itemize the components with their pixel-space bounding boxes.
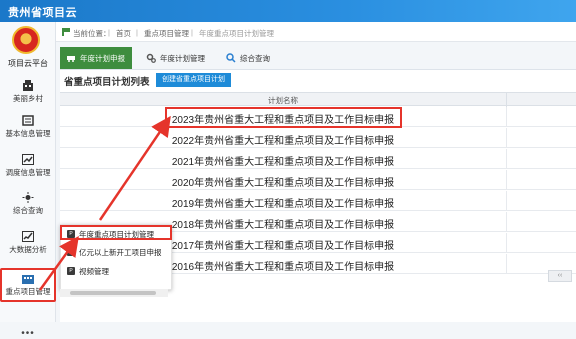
tab-comprehensive-query[interactable]: 综合查询 [220,47,280,69]
tab-annual-plan-declare[interactable]: 年度计划申报 [60,47,132,69]
table-row[interactable]: 2019年贵州省重大工程和重点项目及工作目标申报 [60,191,576,211]
highlight-box-2023-row [165,107,402,128]
row-extra-cell [506,128,576,148]
create-plan-button[interactable]: 创建省重点项目计划 [156,73,231,87]
sidebar-item-label: 基本信息管理 [5,129,51,138]
sidebar: 项目云平台 美丽乡村 基本信息管理 调度信息管理 综合查询 大数据分析 重点项目… [0,22,56,339]
table-row[interactable]: 2020年贵州省重大工程和重点项目及工作目标申报 [60,170,576,190]
emblem-logo[interactable] [12,26,40,54]
plan-name-cell[interactable]: 2020年贵州省重大工程和重点项目及工作目标申报 [60,174,506,189]
sidebar-item-label: 美丽乡村 [13,94,43,103]
plan-name-cell[interactable]: 2019年贵州省重大工程和重点项目及工作目标申报 [60,195,506,210]
city-icon [22,275,34,284]
sidebar-item-label: 重点项目管理 [5,287,51,296]
panel-title: 省重点项目计划列表 [64,77,150,88]
plan-name-cell[interactable]: 2021年贵州省重大工程和重点项目及工作目标申报 [60,153,506,168]
breadcrumb: 当前位置： | 首页 | 重点项目管理 | 年度重点项目计划管理 [56,22,576,42]
more-menu[interactable]: ••• [0,328,56,339]
highlight-box-submenu-item [60,225,172,240]
submenu-item-video[interactable]: P 视频管理 [63,263,171,279]
scrollbar-thumb[interactable] [70,291,156,295]
breadcrumb-separator: | [136,28,138,37]
car-icon [67,56,75,62]
sidebar-item-label: 综合查询 [13,206,43,215]
sidebar-item-comprehensive-query[interactable]: 综合查询 [0,189,56,223]
trend-icon [22,154,34,165]
breadcrumb-key-project[interactable]: 重点项目管理 [144,28,189,39]
tab-annual-plan-manage[interactable]: 年度计划管理 [140,47,212,69]
table-row[interactable]: 2021年贵州省重大工程和重点项目及工作目标申报 [60,149,576,169]
sidebar-item-label: 大数据分析 [9,245,47,254]
sidebar-item-key-project[interactable]: 重点项目管理 [0,268,56,302]
column-header-extra [506,93,576,107]
breadcrumb-separator: | [108,28,110,37]
submenu-item-new-project[interactable]: P 亿元以上新开工项目申报 [63,244,171,260]
submenu-scrollbar[interactable] [60,289,168,297]
row-extra-cell [506,107,576,127]
location-flag-icon [62,28,70,36]
top-bar: 贵州省项目云 [0,0,576,22]
chart-icon [22,231,34,242]
breadcrumb-home[interactable]: 首页 [116,28,131,39]
submenu-item-label: 视频管理 [79,266,109,276]
sidebar-logo-label: 项目云平台 [8,59,48,68]
column-header-plan-name[interactable]: 计划名称 [60,95,506,106]
building-icon [23,80,33,91]
list-icon [22,115,34,126]
pager-first-button[interactable]: ‹‹ [548,270,572,282]
sidebar-item-big-data[interactable]: 大数据分析 [0,228,56,262]
sun-icon [22,192,34,203]
table-header: 计划名称 [60,92,576,107]
breadcrumb-separator: | [191,28,193,37]
tab-label: 综合查询 [240,53,270,63]
row-extra-cell [506,191,576,211]
row-extra-cell [506,212,576,232]
page-icon: P [67,248,75,256]
sidebar-item-beautiful-village[interactable]: 美丽乡村 [0,77,56,111]
gears-icon [146,53,156,63]
row-extra-cell [506,149,576,169]
row-extra-cell [506,233,576,253]
app-title: 贵州省项目云 [8,7,77,19]
sidebar-item-dispatch-info[interactable]: 调度信息管理 [0,151,56,185]
breadcrumb-prefix: 当前位置： [73,29,111,38]
page-icon: P [67,267,75,275]
breadcrumb-current: 年度重点项目计划管理 [199,29,274,38]
sidebar-item-label: 调度信息管理 [5,168,51,177]
submenu-item-label: 亿元以上新开工项目申报 [79,247,162,257]
search-icon [226,53,236,63]
sidebar-item-basic-info[interactable]: 基本信息管理 [0,112,56,146]
tab-label: 年度计划申报 [80,53,125,63]
table-row[interactable]: 2022年贵州省重大工程和重点项目及工作目标申报 [60,128,576,148]
tab-label: 年度计划管理 [160,53,205,63]
plan-name-cell[interactable]: 2022年贵州省重大工程和重点项目及工作目标申报 [60,132,506,147]
row-extra-cell [506,170,576,190]
